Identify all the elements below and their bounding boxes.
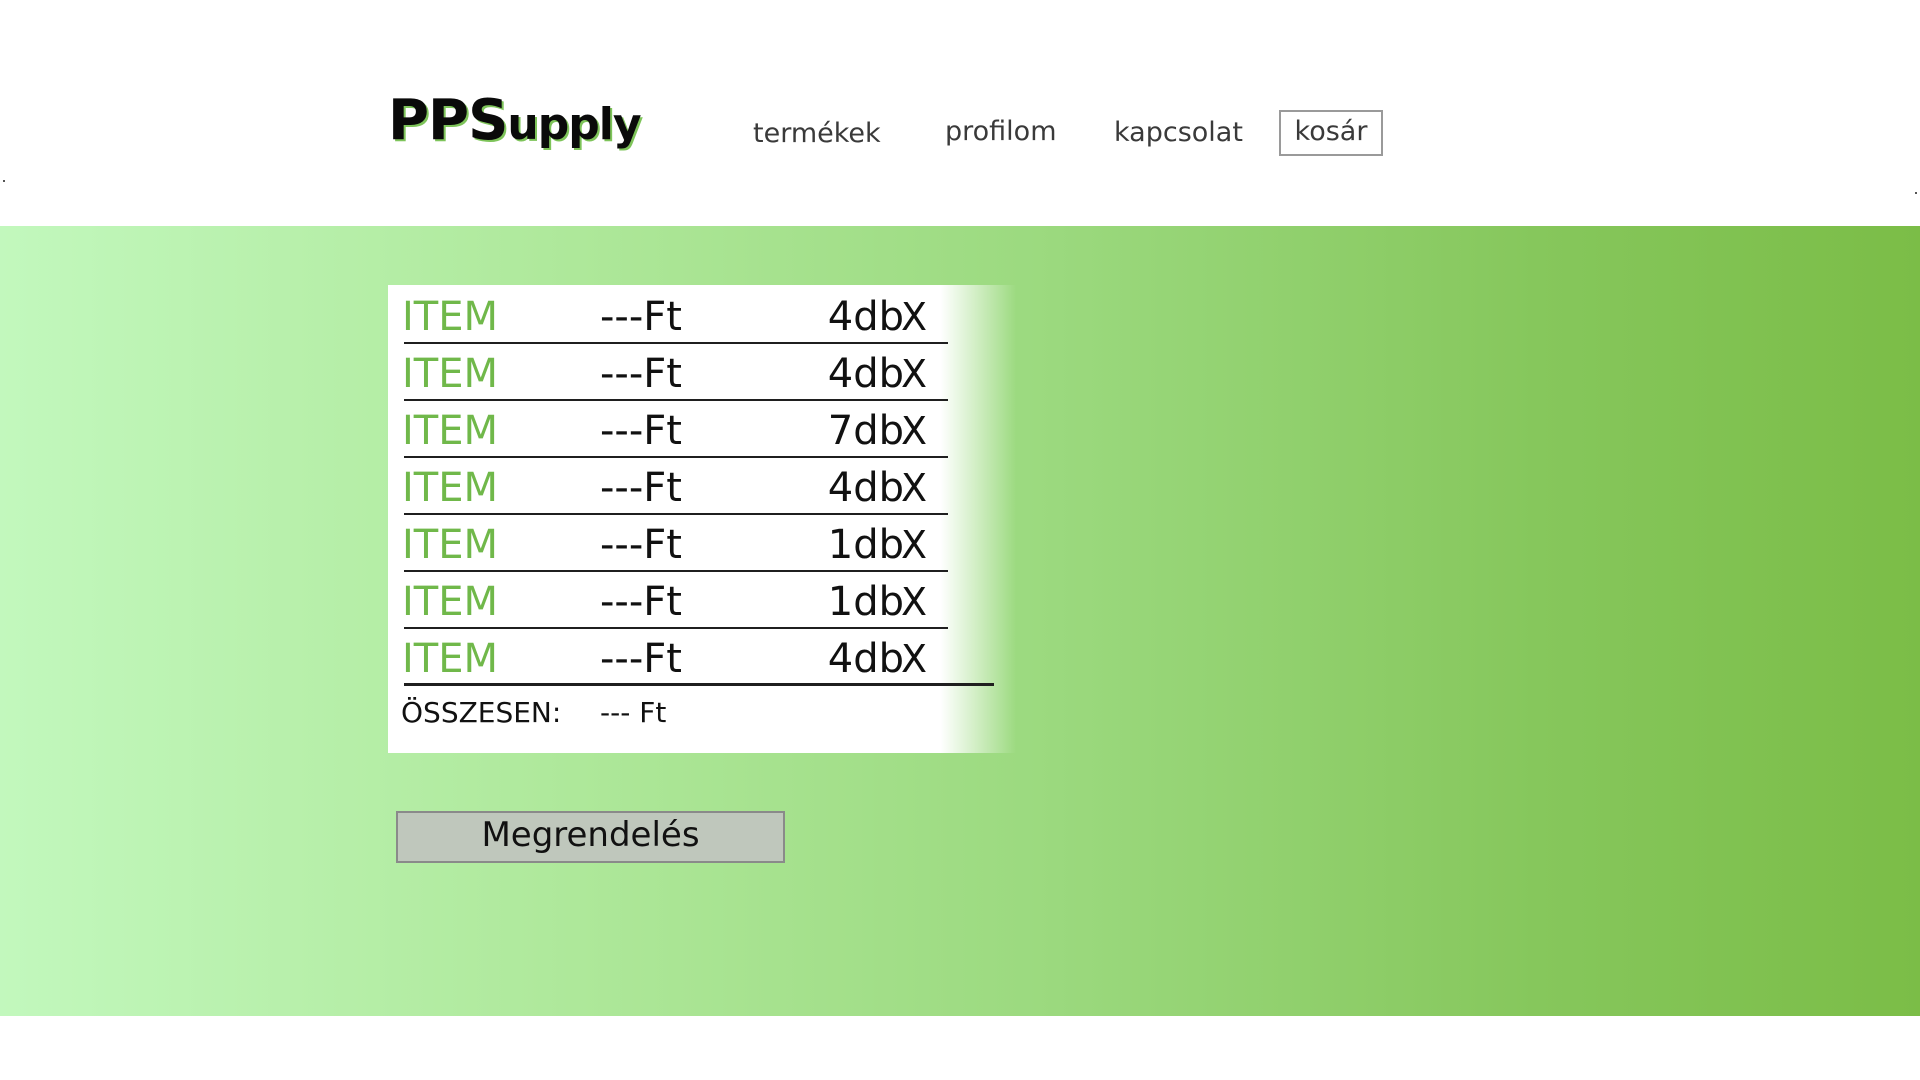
logo-text-small: upply	[507, 99, 641, 150]
row-divider	[404, 683, 994, 686]
total-value: --- Ft	[600, 696, 667, 729]
remove-item-button[interactable]: X	[901, 583, 927, 621]
order-button[interactable]: Megrendelés	[396, 811, 785, 863]
item-quantity: 4db	[827, 351, 904, 397]
cart-row: ITEM ---Ft 7db X	[388, 401, 948, 458]
cart-panel: ITEM ---Ft 4db X ITEM ---Ft 4db X ITEM ---Ft 7db X I…	[388, 285, 1016, 753]
item-quantity: 4db	[827, 636, 904, 682]
nav-cart[interactable]: kosár	[1279, 110, 1383, 156]
site-header: PPSupply termékek profilom kapcsolat kos…	[0, 0, 1920, 226]
item-price: ---Ft	[600, 294, 682, 340]
nav-contact[interactable]: kapcsolat	[1114, 117, 1243, 148]
remove-item-button[interactable]: X	[901, 640, 927, 678]
remove-item-button[interactable]: X	[901, 469, 927, 507]
cart-row: ITEM ---Ft 1db X	[388, 515, 948, 572]
item-price: ---Ft	[600, 636, 682, 682]
item-price: ---Ft	[600, 579, 682, 625]
item-quantity: 1db	[827, 522, 904, 568]
cart-row: ITEM ---Ft 4db X	[388, 344, 948, 401]
remove-item-button[interactable]: X	[901, 412, 927, 450]
item-quantity: 1db	[827, 579, 904, 625]
item-quantity: 4db	[827, 294, 904, 340]
cart-row: ITEM ---Ft 1db X	[388, 572, 948, 629]
item-price: ---Ft	[600, 408, 682, 454]
item-price: ---Ft	[600, 351, 682, 397]
remove-item-button[interactable]: X	[901, 298, 927, 336]
item-name[interactable]: ITEM	[402, 465, 498, 511]
item-name[interactable]: ITEM	[402, 522, 498, 568]
nav-products[interactable]: termékek	[753, 118, 881, 149]
cart-row: ITEM ---Ft 4db X	[388, 458, 948, 515]
corner-mark-left	[3, 180, 5, 182]
item-price: ---Ft	[600, 465, 682, 511]
corner-mark-right	[1915, 192, 1917, 194]
item-name[interactable]: ITEM	[402, 579, 498, 625]
item-name[interactable]: ITEM	[402, 351, 498, 397]
item-quantity: 4db	[827, 465, 904, 511]
site-logo[interactable]: PPSupply	[388, 88, 642, 153]
cart-row: ITEM ---Ft 4db X	[388, 287, 948, 344]
item-quantity: 7db	[827, 408, 904, 454]
item-price: ---Ft	[600, 522, 682, 568]
item-name[interactable]: ITEM	[402, 636, 498, 682]
cart-row: ITEM ---Ft 4db X	[388, 629, 994, 686]
logo-text-big: PPS	[388, 88, 508, 153]
remove-item-button[interactable]: X	[901, 355, 927, 393]
page: PPSupply termékek profilom kapcsolat kos…	[0, 0, 1920, 1080]
remove-item-button[interactable]: X	[901, 526, 927, 564]
item-name[interactable]: ITEM	[402, 408, 498, 454]
total-label: ÖSSZESEN:	[401, 696, 562, 729]
item-name[interactable]: ITEM	[402, 294, 498, 340]
nav-profile[interactable]: profilom	[945, 116, 1057, 147]
